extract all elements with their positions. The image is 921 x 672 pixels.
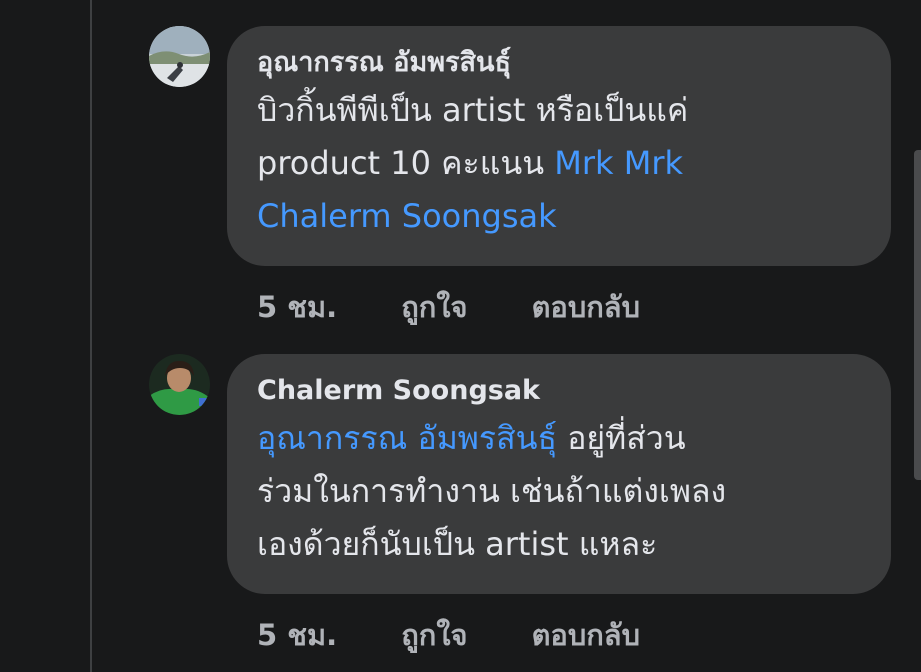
comment-text: บิวกิ้นพีพีเป็น artist หรือเป็นแค่ produ… <box>257 84 861 243</box>
comment-actions: 5 ชม. ถูกใจ ตอบกลับ <box>257 612 640 658</box>
comment-actions: 5 ชม. ถูกใจ ตอบกลับ <box>257 284 640 330</box>
avatar[interactable] <box>149 26 210 87</box>
comment-text: อุณากรรณ อัมพรสินธุ์ อยู่ที่ส่วน ร่วมในก… <box>257 412 861 571</box>
comment-author[interactable]: อุณากรรณ อัมพรสินธุ์ <box>257 46 861 80</box>
reply-button[interactable]: ตอบกลับ <box>532 612 640 658</box>
comment-text-line: product 10 คะแนน <box>257 144 555 182</box>
mention-link[interactable]: อุณากรรณ อัมพรสินธุ์ <box>257 419 557 457</box>
comment-timestamp[interactable]: 5 ชม. <box>257 284 337 330</box>
comment-bubble: Chalerm Soongsak อุณากรรณ อัมพรสินธุ์ อย… <box>227 354 891 594</box>
like-button[interactable]: ถูกใจ <box>401 284 467 330</box>
comment-text-line: อยู่ที่ส่วน <box>557 419 686 457</box>
comment-text-line: เองด้วยก็นับเป็น artist แหละ <box>257 525 658 563</box>
comment-text-line: ร่วมในการทำงาน เช่นถ้าแต่งเพลง <box>257 472 727 510</box>
mention-link[interactable]: Chalerm Soongsak <box>257 197 557 235</box>
like-button[interactable]: ถูกใจ <box>401 612 467 658</box>
avatar[interactable] <box>149 354 210 415</box>
comment-bubble: อุณากรรณ อัมพรสินธุ์ บิวกิ้นพีพีเป็น art… <box>227 26 891 266</box>
scrollbar[interactable] <box>914 150 921 480</box>
comment-text-line: บิวกิ้นพีพีเป็น artist หรือเป็นแค่ <box>257 91 689 129</box>
comment-timestamp[interactable]: 5 ชม. <box>257 612 337 658</box>
reply-button[interactable]: ตอบกลับ <box>532 284 640 330</box>
comment-author[interactable]: Chalerm Soongsak <box>257 374 861 408</box>
thread-connector-line <box>90 0 92 672</box>
comment-thread: อุณากรรณ อัมพรสินธุ์ บิวกิ้นพีพีเป็น art… <box>0 0 921 672</box>
mention-link[interactable]: Mrk Mrk <box>554 144 683 182</box>
